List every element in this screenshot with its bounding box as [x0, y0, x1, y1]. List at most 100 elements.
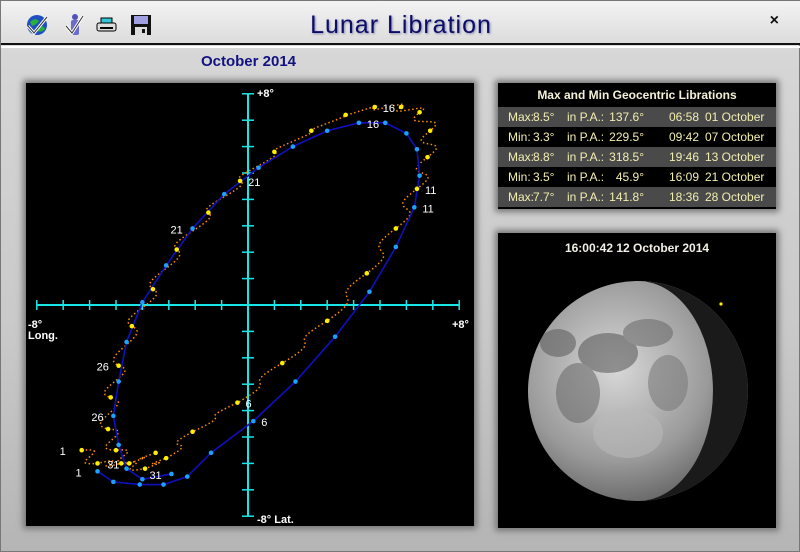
- row-time: 16:09: [669, 170, 700, 184]
- topocentric-point: [129, 323, 135, 329]
- topocentric-point: [113, 447, 119, 453]
- row-value: 7.7°: [533, 190, 555, 204]
- geocentric-point: [256, 165, 261, 171]
- title-bar: Lunar Libration ×: [1, 1, 800, 48]
- geocentric-point: [163, 263, 169, 268]
- row-time: 09:42: [669, 130, 700, 144]
- topocentric-point: [280, 360, 285, 366]
- geocentric-point: [111, 413, 116, 419]
- row-type: Min:: [508, 130, 531, 144]
- row-type: Min:: [508, 170, 531, 184]
- app-window: Lunar Libration × October 2014 1 6 11 16 21 2…: [0, 0, 800, 552]
- topocentric-point: [393, 226, 399, 231]
- topocentric-point: [163, 455, 169, 461]
- topocentric-point: [190, 429, 195, 435]
- table-row: Min: 3.3° in P.A.: 229.5° 09:42 07 October: [498, 127, 776, 147]
- geocentric-point: [161, 482, 166, 487]
- y-max-label: +8°: [257, 88, 274, 100]
- row-pa: 318.5°: [609, 150, 644, 164]
- table-row: Min: 3.5° in P.A.: 45.9° 16:09 21 October: [498, 167, 776, 187]
- topocentric-point: [343, 112, 348, 118]
- day-label: 1: [76, 467, 82, 479]
- topocentric-point: [206, 210, 211, 215]
- topocentric-point: [126, 461, 132, 466]
- geocentric-point: [367, 289, 372, 295]
- topocentric-point: [427, 128, 433, 134]
- day-label: 6: [261, 417, 267, 429]
- topocentric-point: [153, 450, 158, 456]
- row-value: 8.5°: [533, 110, 555, 124]
- geocentric-point: [221, 191, 227, 197]
- topocentric-point: [309, 128, 314, 134]
- geocentric-point: [124, 466, 129, 471]
- table-row: Max: 8.8° in P.A.: 318.5° 19:46 13 October: [498, 147, 776, 167]
- geocentric-point: [116, 379, 121, 384]
- topocentric-point: [414, 186, 420, 192]
- topocentric-point: [417, 109, 422, 115]
- day-label: 31: [149, 470, 161, 482]
- moon-panel: 16:00:42 12 October 2014: [498, 233, 776, 528]
- geocentric-point: [293, 379, 298, 384]
- row-time: 19:46: [669, 150, 700, 164]
- row-date: 28 October: [705, 190, 765, 204]
- topocentric-point: [398, 104, 404, 110]
- row-type: Max:: [508, 190, 535, 204]
- row-pa-label: in P.A.:: [567, 130, 605, 144]
- geocentric-point: [140, 300, 145, 305]
- row-pa-label: in P.A.:: [567, 170, 605, 184]
- row-value: 8.8°: [533, 150, 555, 164]
- day-label: 11: [422, 203, 433, 215]
- row-type: Max:: [508, 150, 535, 164]
- row-pa: 45.9°: [615, 170, 644, 184]
- topocentric-point: [116, 363, 121, 369]
- geocentric-point: [404, 131, 409, 136]
- geocentric-point: [116, 442, 121, 448]
- topocentric-point: [108, 395, 114, 400]
- topocentric-point: [237, 178, 243, 184]
- y-min-label: -8° Lat.: [257, 514, 294, 526]
- geocentric-point: [137, 482, 143, 487]
- row-time: 06:58: [669, 110, 700, 124]
- day-label: 11: [425, 185, 436, 197]
- geocentric-point: [332, 334, 338, 339]
- row-time: 18:36: [669, 190, 700, 204]
- moon-image: [528, 281, 748, 501]
- geocentric-point: [382, 120, 388, 126]
- row-date: 07 October: [705, 130, 765, 144]
- table-row: Max: 7.7° in P.A.: 141.8° 18:36 28 October: [498, 187, 776, 207]
- month-label: October 2014: [200, 53, 297, 70]
- row-pa-label: in P.A.:: [567, 150, 605, 164]
- topocentric-point: [142, 466, 148, 471]
- row-pa-label: in P.A.:: [567, 190, 605, 204]
- table-row: Max: 8.5° in P.A.: 137.6° 06:58 01 October: [498, 107, 776, 127]
- row-pa: 229.5°: [609, 130, 644, 144]
- geocentric-point: [169, 471, 174, 477]
- x-axis-title: Long.: [28, 330, 58, 342]
- day-label: 21: [248, 177, 260, 189]
- row-pa-label: in P.A.:: [567, 110, 605, 124]
- geocentric-point: [124, 339, 129, 345]
- topocentric-point: [105, 426, 111, 432]
- topocentric-point: [95, 461, 100, 466]
- day-label: 16: [367, 119, 379, 131]
- geocentric-point: [190, 226, 195, 231]
- topocentric-point: [364, 271, 370, 276]
- topocentric-point: [372, 104, 378, 110]
- geocentric-point: [95, 469, 100, 474]
- day-label: 26: [97, 362, 109, 374]
- row-date: 13 October: [705, 150, 765, 164]
- row-pa: 137.6°: [609, 110, 644, 124]
- x-max-label: +8°: [452, 319, 469, 331]
- topocentric-point: [174, 247, 180, 252]
- topocentric-point: [324, 318, 330, 324]
- day-label: 26: [91, 412, 103, 424]
- geocentric-point: [290, 144, 296, 149]
- row-value: 3.3°: [533, 130, 555, 144]
- geocentric-point: [140, 476, 145, 482]
- geocentric-point: [184, 474, 190, 479]
- row-pa: 141.8°: [609, 190, 644, 204]
- day-label: 16: [383, 103, 395, 115]
- row-type: Max:: [508, 110, 535, 124]
- geocentric-point: [324, 128, 330, 134]
- close-button[interactable]: ×: [770, 12, 779, 30]
